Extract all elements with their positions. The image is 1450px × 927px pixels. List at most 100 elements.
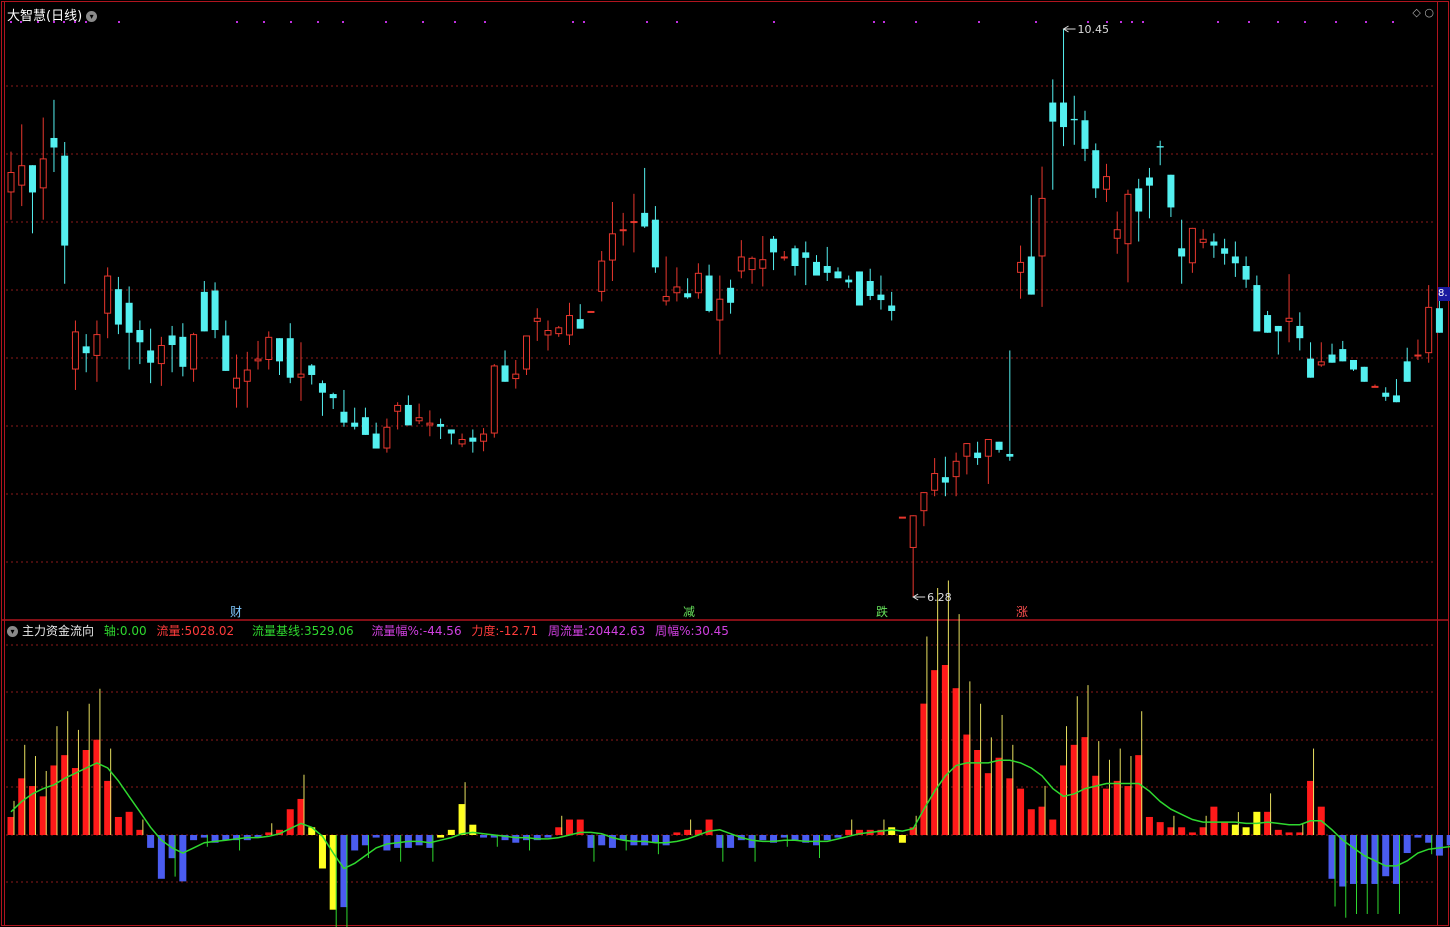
- signal-dot: [883, 21, 885, 23]
- flow-bar: [1070, 744, 1078, 835]
- candle-body: [1231, 256, 1239, 264]
- candle-body: [200, 291, 208, 332]
- candle-body: [1435, 308, 1443, 333]
- candle-body: [791, 248, 799, 267]
- candle-body: [1242, 266, 1250, 280]
- flow-bar: [598, 835, 606, 846]
- signal-dot: [1217, 21, 1219, 23]
- flow-bar: [147, 835, 155, 848]
- flow-bar: [394, 835, 402, 848]
- signal-dot: [915, 21, 917, 23]
- signal-label-jian: 减: [683, 605, 695, 619]
- candle-body: [1156, 146, 1164, 148]
- candle-body: [71, 331, 79, 370]
- candle-body: [50, 137, 58, 148]
- flow-bar: [1403, 835, 1411, 854]
- main-chart-title[interactable]: 大智慧(日线) ▾: [7, 5, 98, 24]
- candle-body: [555, 327, 563, 335]
- flow-pct-value: -44.56: [422, 624, 462, 638]
- current-price-tag: 8.: [1438, 287, 1450, 301]
- main-title-text: 大智慧(日线): [7, 9, 83, 24]
- candle-body: [297, 373, 305, 378]
- signal-dot: [1365, 21, 1367, 23]
- candle-body: [286, 338, 294, 378]
- flow-bar: [1017, 788, 1025, 835]
- chart-canvas: 10.45 6.28 财 减 跌 涨: [1, 1, 1450, 927]
- candle-body: [512, 373, 520, 380]
- candle-body: [716, 298, 724, 321]
- candle-body: [565, 315, 573, 336]
- candle-body: [995, 441, 1003, 450]
- candle-body: [619, 229, 627, 232]
- flow-bar: [125, 811, 133, 835]
- candle-body: [1210, 241, 1218, 246]
- flow-bar: [673, 832, 681, 835]
- candle-body: [737, 256, 745, 272]
- candle-body: [952, 460, 960, 478]
- candle-body: [544, 330, 552, 336]
- flow-bar: [727, 835, 735, 848]
- signal-label-zhang: 涨: [1016, 604, 1028, 619]
- flow-bar: [1274, 829, 1282, 835]
- flow-bar: [1414, 835, 1422, 838]
- baseline-label: 流量基线:: [251, 624, 304, 638]
- candle-body: [104, 275, 112, 314]
- candle-body: [82, 346, 90, 354]
- flow-bar: [1264, 811, 1272, 835]
- flow-bar: [984, 773, 992, 835]
- candle-body: [1392, 395, 1400, 403]
- signal-dots: [10, 21, 1394, 23]
- candle-body: [576, 319, 584, 329]
- flow-bar: [1425, 835, 1433, 843]
- chevron-down-icon[interactable]: ▾: [7, 626, 18, 637]
- circle-icon[interactable]: ○: [1424, 6, 1434, 19]
- candle-body: [1081, 120, 1089, 149]
- flow-bar: [39, 796, 47, 835]
- flow-bar: [888, 827, 896, 835]
- flow-bar: [286, 809, 294, 835]
- axis-label: 轴:: [103, 624, 120, 638]
- flow-bar: [1135, 755, 1143, 835]
- candle-body: [372, 433, 380, 449]
- flow-bar: [1307, 780, 1315, 835]
- signal-dot: [1248, 21, 1250, 23]
- candle-body: [211, 290, 219, 331]
- candle-body: [1285, 317, 1293, 322]
- flow-bar: [995, 757, 1003, 835]
- week-pct-value: 30.45: [694, 624, 729, 638]
- signal-dot: [773, 21, 775, 23]
- candle-body: [1145, 177, 1153, 186]
- candle-body: [265, 336, 273, 360]
- signal-dot: [873, 21, 875, 23]
- candle-body: [329, 394, 337, 399]
- flow-bar: [1382, 835, 1390, 877]
- flow-bar: [372, 835, 380, 838]
- flow-bar: [200, 835, 208, 838]
- panel-controls[interactable]: ◇ ○: [1412, 6, 1434, 19]
- flow-bar: [82, 750, 90, 835]
- candle-body: [1038, 197, 1046, 257]
- candle-body: [1425, 306, 1433, 354]
- signal-dot: [1142, 21, 1144, 23]
- candle-body: [727, 287, 735, 303]
- candle-body: [136, 330, 144, 343]
- candle-body: [1070, 118, 1078, 121]
- flow-bar: [114, 816, 122, 835]
- flow-bar: [136, 829, 144, 835]
- flow-bar: [1167, 827, 1175, 835]
- flow-pct-label: 流量幅%:: [371, 624, 423, 638]
- candle-body: [222, 335, 230, 371]
- candle-body: [114, 289, 122, 325]
- fund-flow-bars: [7, 665, 1450, 910]
- chevron-down-icon[interactable]: ▾: [86, 11, 98, 22]
- candle-body: [93, 334, 101, 356]
- flow-bar: [1199, 827, 1207, 835]
- candle-body: [243, 369, 251, 382]
- low-price-label: 6.28: [927, 591, 952, 604]
- diamond-icon[interactable]: ◇: [1412, 6, 1420, 19]
- signal-dot: [454, 21, 456, 23]
- candle-body: [18, 165, 26, 186]
- flow-bar: [458, 804, 466, 835]
- candle-body: [1102, 176, 1110, 190]
- candle-body: [1017, 261, 1025, 273]
